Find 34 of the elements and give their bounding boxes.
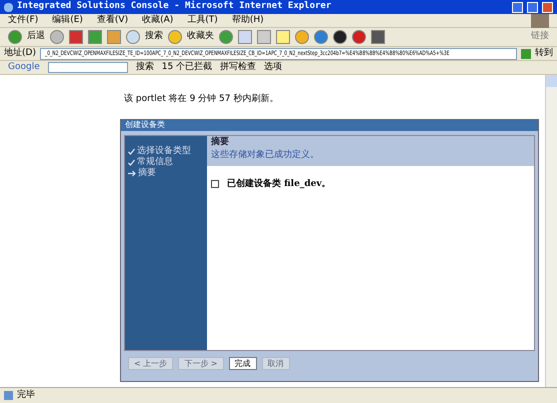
refresh-notice: 该 portlet 将在 9 分钟 57 秒内刷新。	[124, 93, 280, 106]
step-item: 摘要	[138, 168, 156, 178]
summary-heading: 摘要	[211, 136, 230, 148]
google-search-button[interactable]: 搜索	[136, 60, 154, 74]
address-label: 地址(D)	[4, 46, 36, 60]
options-label[interactable]: 选项	[264, 60, 282, 74]
window-title: Integrated Solutions Console - Microsoft Internet Explorer	[17, 0, 332, 14]
status-text: 完毕	[17, 388, 35, 402]
google-search-field[interactable]	[48, 62, 128, 73]
links-label[interactable]: 链接	[531, 30, 549, 44]
maximize-button[interactable]	[527, 2, 538, 12]
back-label[interactable]: 后退	[27, 30, 45, 44]
favorites-label[interactable]: 收藏夹	[187, 30, 214, 44]
step-item: 选择设备类型	[137, 146, 191, 156]
menu-item[interactable]: 收藏(A)	[142, 14, 174, 28]
menu-item[interactable]: 文件(F)	[8, 14, 38, 28]
step-item: 常规信息	[137, 156, 173, 168]
arrow-icon	[128, 170, 136, 176]
close-button[interactable]	[542, 2, 553, 12]
wizard-button[interactable]: 完成	[228, 357, 256, 370]
summary-subtitle: 这些存储对象已成功定义。	[211, 149, 320, 162]
menu-item[interactable]: 工具(T)	[187, 14, 218, 28]
popup-blocked-label[interactable]: 15 个已拦截	[162, 60, 212, 74]
menu-item[interactable]: 查看(V)	[96, 14, 128, 28]
menu-item[interactable]: 编辑(E)	[52, 14, 83, 28]
portlet-title: 创建设备类	[125, 119, 166, 131]
minimize-button[interactable]	[512, 2, 523, 12]
go-label[interactable]: 转到	[535, 46, 553, 60]
scrollbar[interactable]	[545, 75, 557, 387]
success-message: 已创建设备类 file_dev。	[227, 178, 331, 190]
google-logo[interactable]: Google	[8, 60, 40, 74]
spell-check-label[interactable]: 拼写检查	[220, 60, 256, 74]
menu-item[interactable]: 帮助(H)	[232, 14, 264, 28]
search-label[interactable]: 搜索	[145, 30, 163, 44]
